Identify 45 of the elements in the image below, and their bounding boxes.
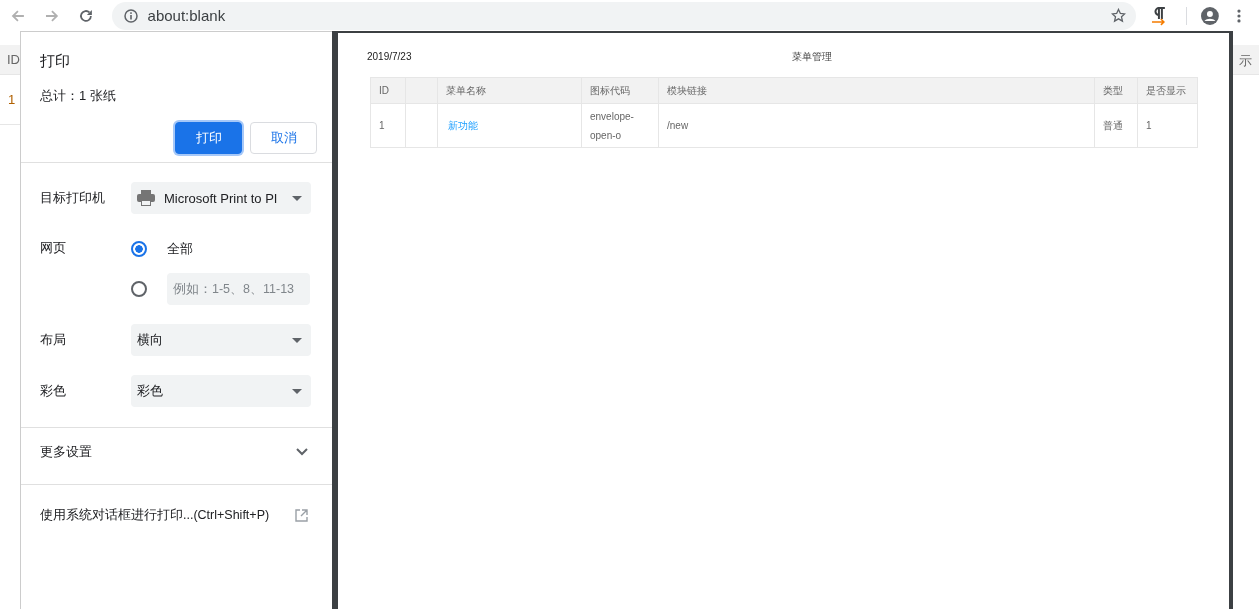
page-range-field[interactable]: 例如：1-5、8、11-13 [167,273,310,305]
system-dialog-link[interactable]: 使用系统对话框进行打印...(Ctrl+Shift+P) [40,507,270,524]
setting-label: 布局 [40,331,67,349]
table-header-cell: ID [371,78,406,104]
dropdown-caret-icon [292,195,302,201]
external-link-icon [295,509,308,522]
sheet-count: 总计：1 张纸 [40,87,117,105]
cancel-button[interactable]: 取消 [250,122,317,154]
menu-icon[interactable] [1237,8,1242,23]
table-cell: 普通 [1095,104,1138,148]
info-icon [123,8,138,23]
table-header-cell: 模块链接 [659,78,1095,104]
setting-label: 彩色 [40,382,67,400]
color-dropdown[interactable]: 彩色 [131,375,311,407]
dropdown-caret-icon [292,337,302,343]
layout-dropdown[interactable]: 横向 [131,324,311,356]
more-settings-toggle[interactable]: 更多设置 [21,428,332,476]
table-cell: envelope-open-o [582,104,659,148]
printer-icon [137,190,155,206]
table-header-cell: 图标代码 [582,78,659,104]
table-header-cell: ID [0,45,20,75]
table-header-cell: 是否显示 [1138,78,1198,104]
radio-button[interactable] [131,281,147,297]
printer-dropdown[interactable]: Microsoft Print to PI [131,182,311,214]
address-bar[interactable]: about:blank [111,1,1137,30]
setting-label: 目标打印机 [40,189,106,207]
table-cell: 1 [371,104,406,148]
url-text: about:blank [147,7,226,24]
star-icon[interactable] [1111,8,1127,23]
page-date: 2019/7/23 [367,51,412,62]
radio-label: 全部 [167,240,193,258]
table-header-cell: 类型 [1095,78,1138,104]
table-cell: /new [659,104,1095,148]
reload-icon[interactable] [77,7,94,24]
chevron-icon [296,448,308,456]
account-icon[interactable] [1201,6,1220,25]
setting-label: 网页 [40,239,67,257]
table-header-cell: 菜单名称 [438,78,582,104]
table-cell: 1 [1138,104,1198,148]
print-button[interactable]: 打印 [175,122,242,154]
dialog-title: 打印 [40,52,71,71]
table-header-cell: 示 [1233,45,1259,75]
page-title: 菜单管理 [791,50,832,64]
radio-button[interactable] [131,241,147,257]
dropdown-caret-icon [292,388,302,394]
